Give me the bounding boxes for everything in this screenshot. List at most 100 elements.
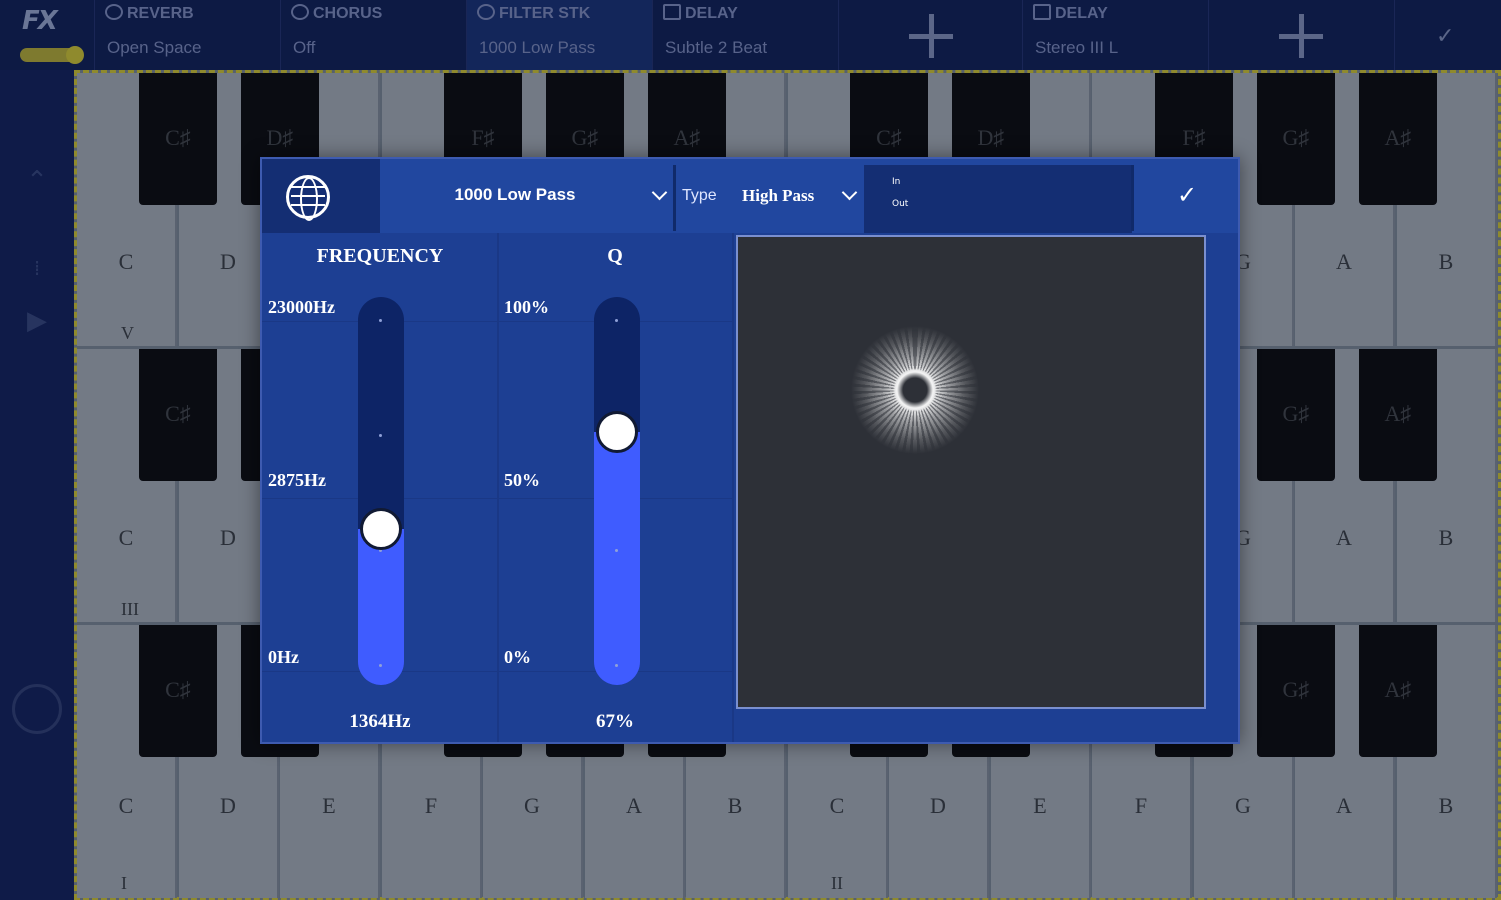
fx-slot-value: Subtle 2 Beat <box>665 38 768 57</box>
column-divider <box>497 233 499 742</box>
record-icon[interactable] <box>12 684 62 734</box>
fx-slot-reverb[interactable]: REVERB Open Space <box>94 0 280 70</box>
key-label: A <box>1336 793 1352 818</box>
slider-dot <box>615 549 618 552</box>
fx-chain-bar: FX REVERB Open Space CHORUS Off FILTER S… <box>0 0 1501 70</box>
fx-slot-title: DELAY <box>1033 4 1108 23</box>
delay-icon <box>663 4 681 20</box>
header-divider <box>1131 165 1134 231</box>
reverb-icon <box>105 4 123 20</box>
slider-dot <box>379 664 382 667</box>
fx-slot-value: Open Space <box>107 38 202 57</box>
frequency-slider-thumb[interactable] <box>360 508 402 550</box>
black-key[interactable]: A♯ <box>1359 625 1437 757</box>
frequency-slider-track[interactable] <box>358 297 404 685</box>
frequency-readout: 1364Hz <box>349 711 411 732</box>
scroll-up-icon[interactable]: ⌃ <box>22 166 52 196</box>
key-label: B <box>1438 793 1454 818</box>
key-label: E <box>1033 793 1047 818</box>
slider-dot <box>379 434 382 437</box>
play-icon[interactable]: ▶ <box>22 306 52 336</box>
type-dropdown[interactable]: High Pass <box>742 186 814 206</box>
slider-dot <box>615 319 618 322</box>
key-label: C♯ <box>165 677 191 702</box>
frequency-slider-fill <box>358 529 404 685</box>
io-meter: In Out <box>864 165 1132 233</box>
q-tick-min: 0% <box>504 647 531 667</box>
filter-xy-pad[interactable] <box>736 235 1206 709</box>
black-key[interactable]: A♯ <box>1359 349 1437 481</box>
octave-label: I <box>121 873 127 893</box>
key-label: C <box>118 249 134 274</box>
preset-value: 1000 Low Pass <box>454 185 576 204</box>
black-key[interactable]: C♯ <box>139 349 217 481</box>
key-label: C <box>118 793 134 818</box>
q-slider-thumb[interactable] <box>596 411 638 453</box>
fx-slot-add-1[interactable] <box>838 0 1022 70</box>
preset-dropdown[interactable]: 1000 Low Pass <box>380 159 676 233</box>
app-root: FX REVERB Open Space CHORUS Off FILTER S… <box>0 0 1501 900</box>
q-readout: 67% <box>596 711 634 732</box>
chevron-down-icon[interactable] <box>842 187 856 201</box>
fx-confirm-button[interactable]: ✓ <box>1436 24 1454 49</box>
key-label: C <box>118 525 134 550</box>
key-label: C♯ <box>165 401 191 426</box>
out-meter-label: Out <box>892 199 909 209</box>
filter-dialog: 1000 Low Pass Type High Pass In Out ✓ FR… <box>260 157 1240 744</box>
fx-logo[interactable]: FX <box>22 6 72 36</box>
black-key[interactable]: G♯ <box>1257 625 1335 757</box>
black-key[interactable]: G♯ <box>1257 73 1335 205</box>
gridline <box>262 321 732 322</box>
key-label: A <box>1336 525 1352 550</box>
add-effect-icon <box>909 14 953 58</box>
black-key[interactable]: C♯ <box>139 625 217 757</box>
black-key[interactable]: C♯ <box>139 73 217 205</box>
fx-slot-title: REVERB <box>105 4 194 23</box>
globe-cell <box>262 159 380 233</box>
master-fx-slider[interactable] <box>20 46 84 64</box>
fx-slot-chorus[interactable]: CHORUS Off <box>280 0 466 70</box>
frequency-tick-max: 23000Hz <box>268 297 335 317</box>
column-divider <box>732 233 734 742</box>
fx-slot-filter[interactable]: FILTER STK 1000 Low Pass <box>466 0 652 70</box>
fx-slot-value: 1000 Low Pass <box>479 38 596 57</box>
key-label: G♯ <box>1282 401 1310 426</box>
key-label: A <box>626 793 642 818</box>
octave-label: II <box>831 873 843 893</box>
key-label: G <box>1235 793 1251 818</box>
key-label: G♯ <box>571 125 599 150</box>
key-label: G <box>524 793 540 818</box>
confirm-button[interactable]: ✓ <box>1172 181 1202 211</box>
fx-slot-delay-1[interactable]: DELAY Subtle 2 Beat <box>652 0 838 70</box>
fx-slot-add-2[interactable] <box>1208 0 1394 70</box>
key-label: A♯ <box>1384 125 1412 150</box>
slider-dot <box>379 319 382 322</box>
divider-icon: ⁞ <box>33 256 41 280</box>
key-label: D <box>220 793 236 818</box>
fx-slot-title: CHORUS <box>291 4 382 23</box>
octave-label: V <box>121 323 134 343</box>
q-slider-track[interactable] <box>594 297 640 685</box>
key-label: F <box>424 793 438 818</box>
q-title: Q <box>607 245 623 267</box>
delay-icon <box>1033 4 1051 20</box>
frequency-tick-mid: 2875Hz <box>268 470 326 490</box>
dialog-body: FREQUENCY 23000Hz 2875Hz 0Hz 1364Hz Q 10… <box>262 233 1238 742</box>
chevron-down-icon <box>652 187 666 201</box>
key-label: C <box>829 793 845 818</box>
key-label: F <box>1134 793 1148 818</box>
key-label: A♯ <box>1384 677 1412 702</box>
black-key[interactable]: G♯ <box>1257 349 1335 481</box>
slider-dot <box>615 664 618 667</box>
frequency-title: FREQUENCY <box>316 245 444 267</box>
key-label: G♯ <box>1282 125 1310 150</box>
key-label: B <box>727 793 743 818</box>
key-label: A <box>1336 249 1352 274</box>
fx-slot-delay-2[interactable]: DELAY Stereo III L <box>1022 0 1208 70</box>
black-key[interactable]: A♯ <box>1359 73 1437 205</box>
gridline <box>262 671 732 672</box>
key-label: D <box>930 793 946 818</box>
key-label: B <box>1438 525 1454 550</box>
key-label: A♯ <box>1384 401 1412 426</box>
globe-icon[interactable] <box>286 175 330 221</box>
